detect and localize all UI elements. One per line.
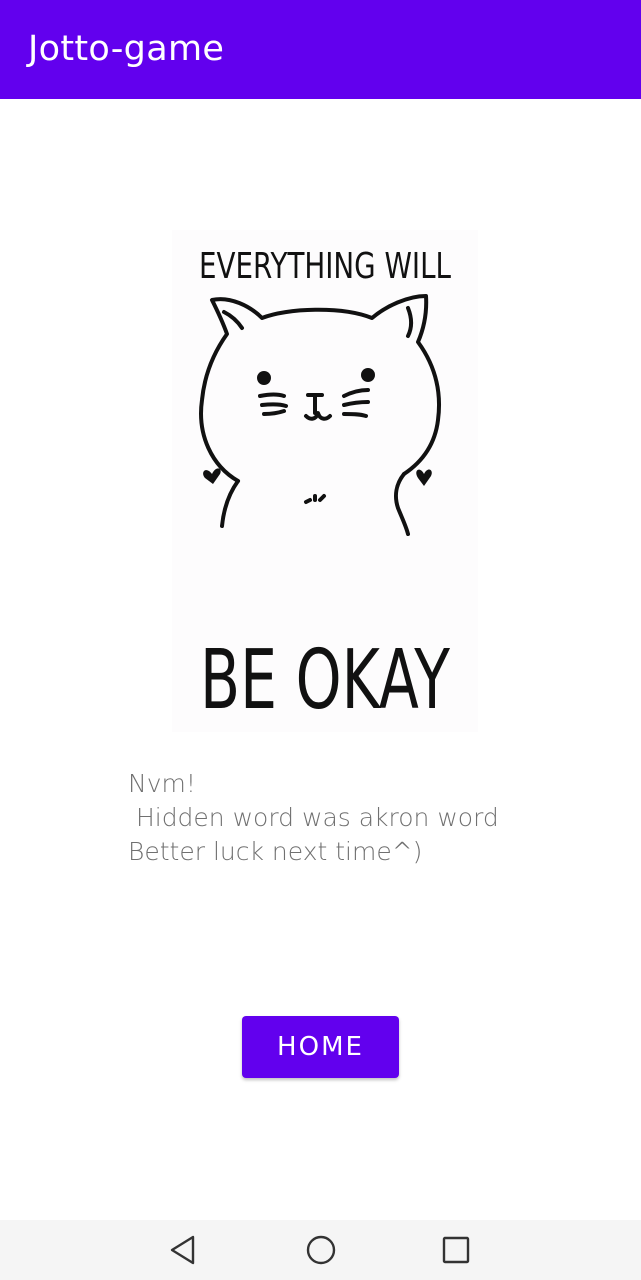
app-bar: Jotto-game bbox=[0, 0, 641, 99]
square-recents-icon bbox=[442, 1236, 470, 1264]
cat-eye-left bbox=[257, 371, 271, 385]
heart-right-icon bbox=[416, 469, 432, 486]
everything-will-be-okay-image: EVERYTHING WILL BE OKAY bbox=[172, 230, 478, 732]
nav-recents-button[interactable] bbox=[416, 1220, 496, 1280]
heart-left-icon bbox=[203, 468, 221, 484]
result-message: Nvm! Hidden word was akron word Better l… bbox=[128, 769, 499, 866]
poster-text-bottom: BE OKAY bbox=[200, 633, 451, 728]
content-area: EVERYTHING WILL BE OKAY Nvm! Hidden word… bbox=[0, 99, 641, 1220]
nav-home-button[interactable] bbox=[281, 1220, 361, 1280]
circle-home-icon bbox=[306, 1235, 336, 1265]
app-title: Jotto-game bbox=[28, 29, 225, 69]
triangle-back-icon bbox=[170, 1235, 195, 1265]
cat-eye-right bbox=[361, 368, 375, 382]
cat-illustration bbox=[199, 294, 441, 536]
system-nav-bar bbox=[0, 1220, 641, 1280]
home-button[interactable]: HOME bbox=[242, 1016, 399, 1078]
poster-text-top: EVERYTHING WILL bbox=[199, 246, 451, 287]
nav-back-button[interactable] bbox=[143, 1220, 223, 1280]
